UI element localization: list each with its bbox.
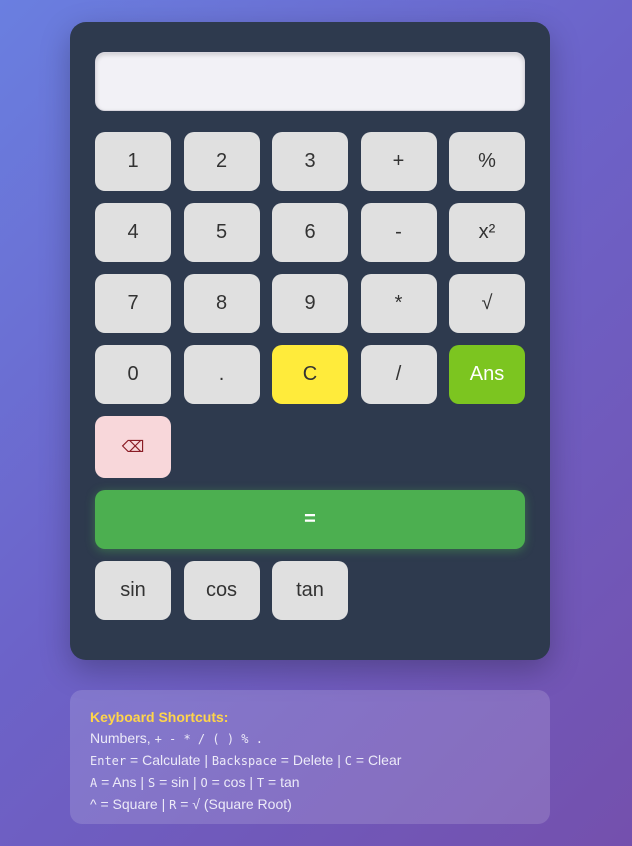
sin-button[interactable]: sin	[95, 561, 171, 620]
key-0[interactable]: 0	[95, 345, 171, 404]
key-decimal[interactable]: .	[183, 345, 260, 404]
shortcut-text: Numbers,	[90, 730, 151, 746]
key-1[interactable]: 1	[95, 132, 171, 191]
shortcut-text: = Calculate |	[126, 752, 212, 768]
shortcut-key: O	[200, 776, 208, 790]
shortcut-line-square: ^ = Square | R = √ (Square Root)	[90, 794, 530, 816]
shortcut-text: ^	[90, 796, 97, 812]
equals-button[interactable]: =	[95, 490, 525, 549]
shortcut-key: C	[344, 754, 352, 768]
key-7[interactable]: 7	[95, 274, 171, 333]
calculator: 1 2 3 + % 4 5 6 - x² 7 8 9 * √ 0 . C / A…	[70, 22, 550, 660]
shortcut-line-actions: Enter = Calculate | Backspace = Delete |…	[90, 750, 530, 772]
cos-button[interactable]: cos	[183, 561, 260, 620]
shortcut-text: = Ans |	[97, 774, 148, 790]
key-2[interactable]: 2	[183, 132, 260, 191]
shortcuts-title: Keyboard Shortcuts:	[90, 709, 229, 725]
shortcut-text: = Delete |	[276, 752, 345, 768]
key-6[interactable]: 6	[272, 203, 348, 262]
key-percent[interactable]: %	[449, 132, 525, 191]
key-sqrt[interactable]: √	[449, 274, 525, 333]
shortcut-line-numbers: Numbers, + - * / ( ) % .	[90, 728, 530, 750]
scientific-keys: sin cos tan	[95, 561, 348, 620]
key-4[interactable]: 4	[95, 203, 171, 262]
shortcut-key: Backspace	[211, 754, 277, 768]
tan-button[interactable]: tan	[272, 561, 348, 620]
clear-button[interactable]: C	[272, 345, 348, 404]
shortcut-text: = sin |	[155, 774, 201, 790]
shortcut-text: = Clear	[351, 752, 402, 768]
key-plus[interactable]: +	[360, 132, 437, 191]
keypad: 1 2 3 + % 4 5 6 - x² 7 8 9 * √ 0 . C / A…	[95, 132, 525, 478]
key-minus[interactable]: -	[360, 203, 437, 262]
ans-button[interactable]: Ans	[449, 345, 525, 404]
shortcut-text: = Square |	[96, 796, 170, 812]
key-divide[interactable]: /	[360, 345, 437, 404]
key-5[interactable]: 5	[183, 203, 260, 262]
shortcut-key: Enter	[90, 754, 127, 768]
key-3[interactable]: 3	[272, 132, 348, 191]
backspace-button[interactable]: ⌫	[95, 416, 171, 478]
calculator-display[interactable]	[95, 52, 525, 111]
key-9[interactable]: 9	[272, 274, 348, 333]
shortcut-line-functions: A = Ans | S = sin | O = cos | T = tan	[90, 772, 530, 794]
shortcut-key: + - * / ( ) % .	[154, 732, 263, 746]
shortcut-text: = √ (Square Root)	[176, 796, 292, 812]
key-square[interactable]: x²	[449, 203, 525, 262]
shortcut-text: = cos |	[207, 774, 257, 790]
shortcut-text: = tan	[264, 774, 300, 790]
key-multiply[interactable]: *	[360, 274, 437, 333]
backspace-icon: ⌫	[121, 439, 145, 456]
key-8[interactable]: 8	[183, 274, 260, 333]
keyboard-shortcuts-panel: Keyboard Shortcuts: Numbers, + - * / ( )…	[70, 690, 550, 824]
